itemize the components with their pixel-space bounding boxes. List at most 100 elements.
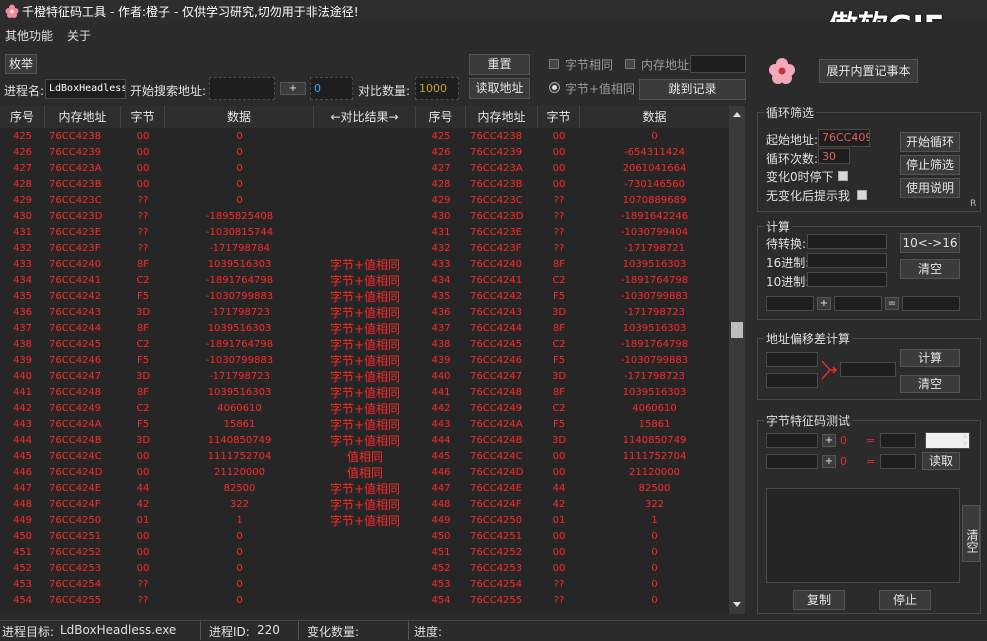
table-row[interactable]: 443 76CC424A F5 15861 字节+值相同 443 76CC424A F5 158… [0, 417, 729, 433]
cell-data-left: -171798723 [209, 307, 270, 318]
table-row[interactable]: 450 76CC4251 00 0 450 76CC4251 00 0 [0, 529, 729, 545]
start-address-input[interactable] [209, 77, 275, 100]
sig-offset-b-value[interactable]: 0 [840, 455, 847, 468]
cell-index-left: 436 [12, 307, 33, 318]
calc-clear-button[interactable]: 清空 [900, 259, 960, 279]
table-row[interactable]: 435 76CC4242 F5 -1030799883 字节+值相同 435 76CC424… [0, 289, 729, 305]
offset-addr-b-input[interactable] [766, 373, 818, 388]
table-row[interactable]: 434 76CC4241 C2 -1891764798 字节+值相同 434 76CC424… [0, 273, 729, 289]
table-row[interactable]: 454 76CC4255?? 0 454 76CC4255?? 0 [0, 593, 729, 609]
table-row[interactable]: 448 76CC424F 42 322 字节+值相同 448 76CC424F 42 322 [0, 497, 729, 513]
expand-notebook-button[interactable]: 展开内置记事本 [819, 59, 918, 83]
table-row[interactable]: 439 76CC4246 F5 -1030799883 字节+值相同 439 76CC424… [0, 353, 729, 369]
table-row[interactable]: 437 76CC4244 8F 1039516303 字节+值相同 437 76CC4244… [0, 321, 729, 337]
enum-button[interactable]: 枚举 [5, 54, 37, 74]
cell-byte-right: 00 [552, 563, 566, 574]
scroll-thumb[interactable] [731, 322, 743, 338]
spin-down-icon[interactable] [962, 442, 968, 446]
mem-address-input[interactable] [690, 55, 746, 73]
loop-count-input[interactable]: 30 [818, 148, 850, 164]
sig-clear-button[interactable]: 清空 [962, 505, 980, 562]
menu-about[interactable]: 关于 [67, 27, 91, 44]
offset-plus-button[interactable]: + [280, 82, 306, 95]
col-header-data-left[interactable]: 数据 [165, 106, 314, 128]
col-header-address-right[interactable]: 内存地址 [466, 106, 538, 128]
dec-input[interactable] [807, 272, 887, 287]
scroll-up-icon[interactable] [733, 112, 741, 117]
sig-plus-b-button[interactable]: + [822, 455, 836, 468]
copy-button[interactable]: 复制 [793, 590, 845, 610]
col-header-index-left[interactable]: 序号 [0, 106, 45, 128]
stop-filter-button[interactable]: 停止筛选 [900, 155, 960, 175]
col-header-byte-right[interactable]: 字节 [538, 106, 580, 128]
add-result-input[interactable] [902, 296, 960, 311]
read-address-button[interactable]: 读取地址 [469, 78, 530, 99]
scroll-down-icon[interactable] [733, 602, 741, 607]
add-plus-button[interactable]: + [817, 297, 831, 310]
table-scrollbar[interactable] [729, 106, 745, 614]
compare-count-input[interactable]: 1000 [415, 77, 459, 100]
start-loop-button[interactable]: 开始循环 [900, 132, 960, 152]
table-row[interactable]: 428 76CC423B 00 0 428 76CC423B 00 -730146560 [0, 177, 729, 193]
sig-stop-button[interactable]: 停止 [879, 590, 931, 610]
table-row[interactable]: 446 76CC424D 00 21120000 值相同 446 76CC424D 00 211… [0, 465, 729, 481]
sig-addr-b-input[interactable] [766, 454, 818, 469]
menu-other-functions[interactable]: 其他功能 [5, 27, 53, 44]
col-header-byte-left[interactable]: 字节 [121, 106, 165, 128]
table-row[interactable]: 436 76CC4243 3D -171798723 字节+值相同 436 76CC4243… [0, 305, 729, 321]
hex-input[interactable] [807, 253, 887, 268]
loop-start-input[interactable]: 76CC4090 [818, 129, 870, 147]
sig-plus-a-button[interactable]: + [822, 434, 836, 447]
table-row[interactable]: 440 76CC4247 3D -171798723 字节+值相同 440 76CC4247… [0, 369, 729, 385]
col-header-address-left[interactable]: 内存地址 [45, 106, 121, 128]
byte-same-checkbox[interactable] [549, 59, 559, 69]
table-row[interactable]: 451 76CC4252 00 0 451 76CC4252 00 0 [0, 545, 729, 561]
table-row[interactable]: 438 76CC4245 C2 -1891764798 字节+值相同 438 76CC424… [0, 337, 729, 353]
table-row[interactable]: 426 76CC4239 00 0 426 76CC4239 00 -654311424 [0, 145, 729, 161]
sig-result-b-input[interactable] [880, 454, 916, 469]
offset-result-input[interactable] [840, 362, 896, 377]
table-row[interactable]: 441 76CC4248 8F 1039516303 字节+值相同 441 76CC4248… [0, 385, 729, 401]
col-header-compare-result[interactable]: ←对比结果→ [314, 106, 416, 128]
sig-read-button[interactable]: 读取 [922, 452, 960, 470]
table-row[interactable]: 431 76CC423E?? -1030815744 431 76CC423E?? -10… [0, 225, 729, 241]
table-row[interactable]: 432 76CC423F?? -171798784 432 76CC423F?? -171… [0, 241, 729, 257]
table-row[interactable]: 425 76CC4238 00 0 425 76CC4238 00 0 [0, 129, 729, 145]
table-row[interactable]: 449 76CC4250 01 1 字节+值相同 449 76CC4250 01 1 [0, 513, 729, 529]
sig-addr-a-input[interactable] [766, 433, 818, 448]
col-header-data-right[interactable]: 数据 [580, 106, 729, 128]
byte-value-same-radio[interactable] [549, 82, 560, 93]
offset-clear-button[interactable]: 清空 [900, 375, 960, 393]
sig-offset-a-value[interactable]: 0 [840, 434, 847, 447]
col-header-index-right[interactable]: 序号 [416, 106, 466, 128]
spin-up-icon[interactable] [962, 434, 968, 438]
jump-to-record-button[interactable]: 跳到记录 [639, 79, 746, 100]
table-row[interactable]: 444 76CC424B 3D 1140850749 字节+值相同 444 76CC424B… [0, 433, 729, 449]
add-operand-b-input[interactable] [834, 296, 882, 311]
sig-result-a-input[interactable] [880, 433, 916, 448]
notify-checkbox[interactable] [857, 190, 867, 200]
process-name-input[interactable]: LdBoxHeadless [45, 79, 126, 99]
table-row[interactable]: 453 76CC4254?? 0 453 76CC4254?? 0 [0, 577, 729, 593]
add-equals-button[interactable]: = [885, 297, 899, 310]
help-button[interactable]: 使用说明 [900, 178, 960, 198]
table-row[interactable]: 447 76CC424E 44 82500 字节+值相同 447 76CC424E 44 825… [0, 481, 729, 497]
mem-address-checkbox[interactable] [625, 59, 635, 69]
sig-output-textarea[interactable] [766, 488, 960, 583]
table-row[interactable]: 429 76CC423C?? 0 429 76CC423C?? 1070889689 [0, 193, 729, 209]
convert-input[interactable] [807, 234, 887, 249]
table-row[interactable]: 430 76CC423D?? -1895825408 430 76CC423D?? -18… [0, 209, 729, 225]
offset-input[interactable]: 0 [310, 77, 353, 100]
stop-on-zero-checkbox[interactable] [838, 171, 848, 181]
reset-button[interactable]: 重置 [469, 54, 530, 75]
cell-index-left: 428 [12, 179, 33, 190]
table-row[interactable]: 433 76CC4240 8F 1039516303 字节+值相同 433 76CC4240… [0, 257, 729, 273]
table-row[interactable]: 445 76CC424C 00 1111752704 值相同 445 76CC424C 00 1… [0, 449, 729, 465]
add-operand-a-input[interactable] [766, 296, 814, 311]
offset-addr-a-input[interactable] [766, 352, 818, 367]
table-row[interactable]: 452 76CC4253 00 0 452 76CC4253 00 0 [0, 561, 729, 577]
table-row[interactable]: 442 76CC4249 C2 4060610 字节+值相同 442 76CC4249 C2 4… [0, 401, 729, 417]
convert-button[interactable]: 10<->16 [900, 233, 960, 253]
table-row[interactable]: 427 76CC423A 00 0 427 76CC423A 00 2061041664 [0, 161, 729, 177]
offset-calc-button[interactable]: 计算 [900, 349, 960, 367]
